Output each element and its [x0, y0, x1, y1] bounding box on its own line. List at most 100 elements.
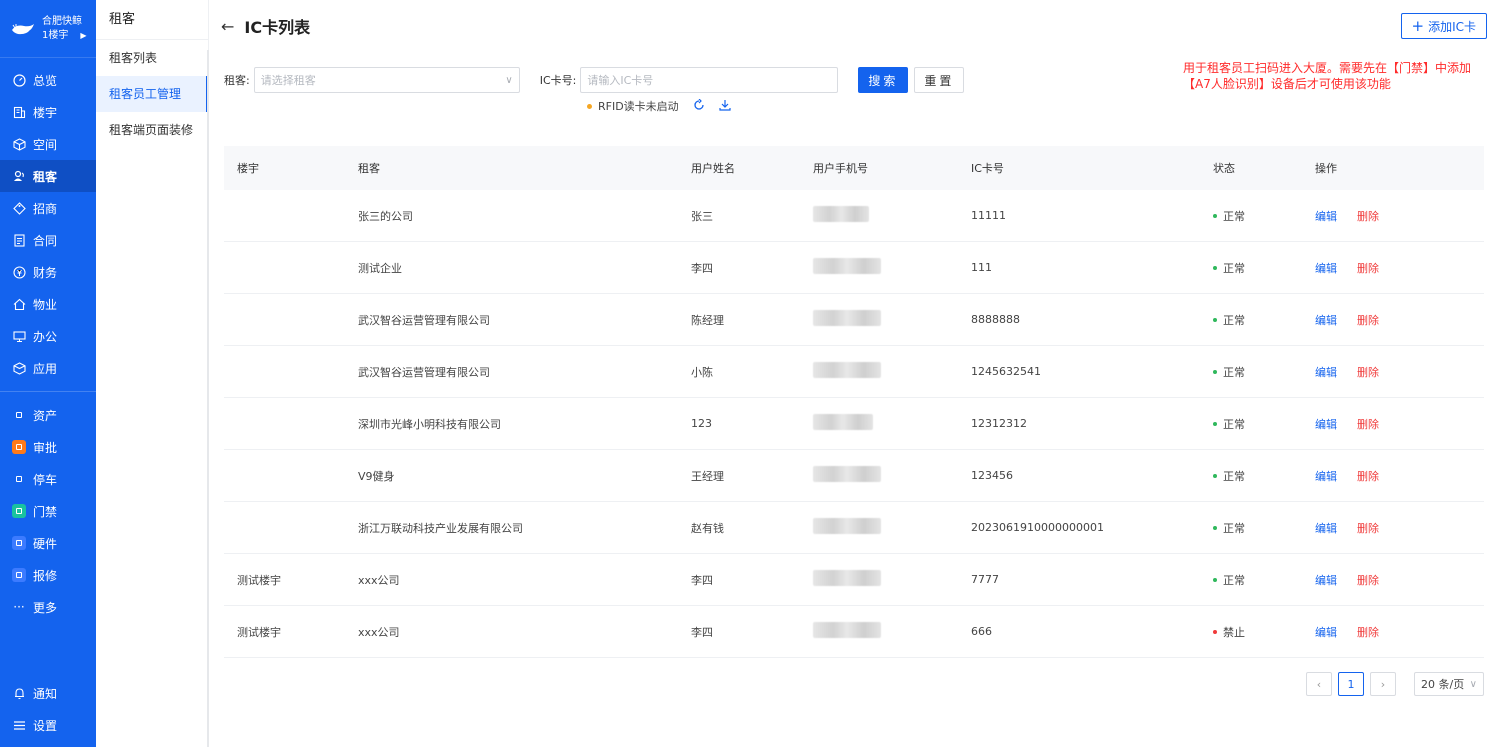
nav-item-门禁[interactable]: 门禁 — [0, 495, 96, 527]
nav-item-合同[interactable]: 合同 — [0, 224, 96, 256]
nav-item-楼宇[interactable]: 楼宇 — [0, 96, 96, 128]
status-dot — [1213, 525, 1217, 530]
nav-item-硬件[interactable]: 硬件 — [0, 527, 96, 559]
back-arrow-icon[interactable]: ← — [221, 17, 234, 36]
submenu-item[interactable]: 租客员工管理 — [96, 76, 208, 112]
user-name-cell: 小陈 — [691, 365, 713, 379]
user-name-cell: 123 — [691, 417, 712, 430]
ic-card-cell: 7777 — [971, 573, 999, 586]
nav-item-资产[interactable]: 资产 — [0, 399, 96, 431]
status-cell: 正常 — [1201, 364, 1303, 380]
status-cell: 正常 — [1201, 468, 1303, 484]
actions-cell: 编辑 删除 — [1303, 624, 1484, 640]
edit-link[interactable]: 编辑 — [1315, 572, 1337, 588]
chevron-down-icon: ∨ — [1469, 678, 1477, 690]
search-button[interactable]: 搜索 — [858, 67, 909, 93]
ic-card-cell: 111 — [971, 261, 992, 274]
blurred-phone — [813, 310, 881, 326]
tenant-cell: xxx公司 — [358, 573, 400, 587]
prev-page-button[interactable]: ‹ — [1306, 672, 1332, 696]
nav-item-label: 招商 — [33, 201, 58, 216]
delete-link[interactable]: 删除 — [1357, 260, 1379, 276]
nav-item-办公[interactable]: 办公 — [0, 320, 96, 352]
delete-link[interactable]: 删除 — [1357, 312, 1379, 328]
nav-item-label: 门禁 — [33, 504, 58, 519]
nav-item-label: 应用 — [33, 361, 58, 376]
nav-item-总览[interactable]: 总览 — [0, 64, 96, 96]
next-page-button[interactable]: › — [1370, 672, 1396, 696]
nav-item-label: 审批 — [33, 440, 58, 455]
edit-link[interactable]: 编辑 — [1315, 520, 1337, 536]
status-text: 禁止 — [1223, 625, 1245, 639]
status-dot — [1213, 421, 1217, 426]
actions-cell: 编辑 删除 — [1303, 468, 1484, 484]
edit-link[interactable]: 编辑 — [1315, 624, 1337, 640]
download-icon[interactable] — [719, 99, 731, 114]
delete-link[interactable]: 删除 — [1357, 208, 1379, 224]
delete-link[interactable]: 删除 — [1357, 468, 1379, 484]
status-text: 正常 — [1223, 209, 1245, 223]
edit-link[interactable]: 编辑 — [1315, 312, 1337, 328]
nav-item-报修[interactable]: 报修 — [0, 559, 96, 591]
edit-link[interactable]: 编辑 — [1315, 468, 1337, 484]
nav-item-应用[interactable]: 应用 — [0, 352, 96, 384]
user-name-cell: 李四 — [691, 261, 713, 275]
finance-icon — [12, 265, 26, 279]
table-row: 武汉智谷运营管理有限公司 陈经理 8888888 正常 编辑 删除 — [224, 294, 1484, 346]
page-size-select[interactable]: 20 条/页 ∨ — [1414, 672, 1484, 696]
app-icon — [12, 440, 26, 454]
nav-item-more[interactable]: ··· 更多 — [0, 591, 96, 623]
phone-cell — [801, 622, 959, 641]
delete-link[interactable]: 删除 — [1357, 624, 1379, 640]
blurred-phone — [813, 518, 881, 534]
edit-link[interactable]: 编辑 — [1315, 208, 1337, 224]
ic-card-cell: 123456 — [971, 469, 1013, 482]
add-ic-card-label: 添加IC卡 — [1428, 19, 1476, 34]
submenu-item[interactable]: 租客列表 — [96, 40, 208, 76]
user-name-cell: 张三 — [691, 209, 713, 223]
status-cell: 正常 — [1201, 520, 1303, 536]
edit-link[interactable]: 编辑 — [1315, 416, 1337, 432]
nav-item-通知[interactable]: 通知 — [0, 677, 96, 709]
nav-item-设置[interactable]: 设置 — [0, 709, 96, 741]
status-cell: 禁止 — [1201, 624, 1303, 640]
table-row: 武汉智谷运营管理有限公司 小陈 1245632541 正常 编辑 删除 — [224, 346, 1484, 398]
submenu-item[interactable]: 租客端页面装修 — [96, 112, 208, 148]
table-row: 测试楼宇 xxx公司 李四 7777 正常 编辑 删除 — [224, 554, 1484, 606]
reset-button[interactable]: 重置 — [914, 67, 965, 93]
brand-switcher[interactable]: 合肥快鲸 1楼宇 ▶ — [0, 0, 96, 58]
column-header: 楼宇 — [237, 162, 259, 175]
user-name-cell: 李四 — [691, 625, 713, 639]
edit-link[interactable]: 编辑 — [1315, 260, 1337, 276]
column-header: 用户手机号 — [813, 162, 868, 175]
nav-item-审批[interactable]: 审批 — [0, 431, 96, 463]
tenant-cell: 张三的公司 — [358, 209, 413, 223]
nav-item-物业[interactable]: 物业 — [0, 288, 96, 320]
tenant-cell: 武汉智谷运营管理有限公司 — [358, 313, 490, 327]
edit-link[interactable]: 编辑 — [1315, 364, 1337, 380]
ic-card-cell: 2023061910000000001 — [971, 521, 1104, 534]
ic-card-placeholder: 请输入IC卡号 — [587, 74, 654, 87]
nav-item-租客[interactable]: 租客 — [0, 160, 96, 192]
nav-item-空间[interactable]: 空间 — [0, 128, 96, 160]
delete-link[interactable]: 删除 — [1357, 572, 1379, 588]
building-cell: 测试楼宇 — [237, 625, 281, 639]
whale-logo-icon — [10, 21, 36, 37]
page-number-button[interactable]: 1 — [1338, 672, 1364, 696]
nav-item-招商[interactable]: 招商 — [0, 192, 96, 224]
refresh-icon[interactable] — [693, 98, 705, 114]
nav-item-停车[interactable]: 停车 — [0, 463, 96, 495]
add-ic-card-button[interactable]: + 添加IC卡 — [1400, 13, 1487, 39]
phone-cell — [801, 362, 959, 381]
delete-link[interactable]: 删除 — [1357, 416, 1379, 432]
nav-item-label: 合同 — [33, 233, 58, 248]
delete-link[interactable]: 删除 — [1357, 520, 1379, 536]
tenant-select[interactable]: 请选择租客 ∨ — [253, 67, 520, 93]
actions-cell: 编辑 删除 — [1303, 364, 1484, 380]
rfid-status-text: RFID读卡未启动 — [598, 100, 679, 113]
ic-card-input[interactable]: 请输入IC卡号 — [580, 67, 839, 93]
user-name-cell: 赵有钱 — [691, 521, 724, 535]
delete-link[interactable]: 删除 — [1357, 364, 1379, 380]
nav-item-财务[interactable]: 财务 — [0, 256, 96, 288]
chevron-right-icon: › — [1380, 677, 1386, 691]
